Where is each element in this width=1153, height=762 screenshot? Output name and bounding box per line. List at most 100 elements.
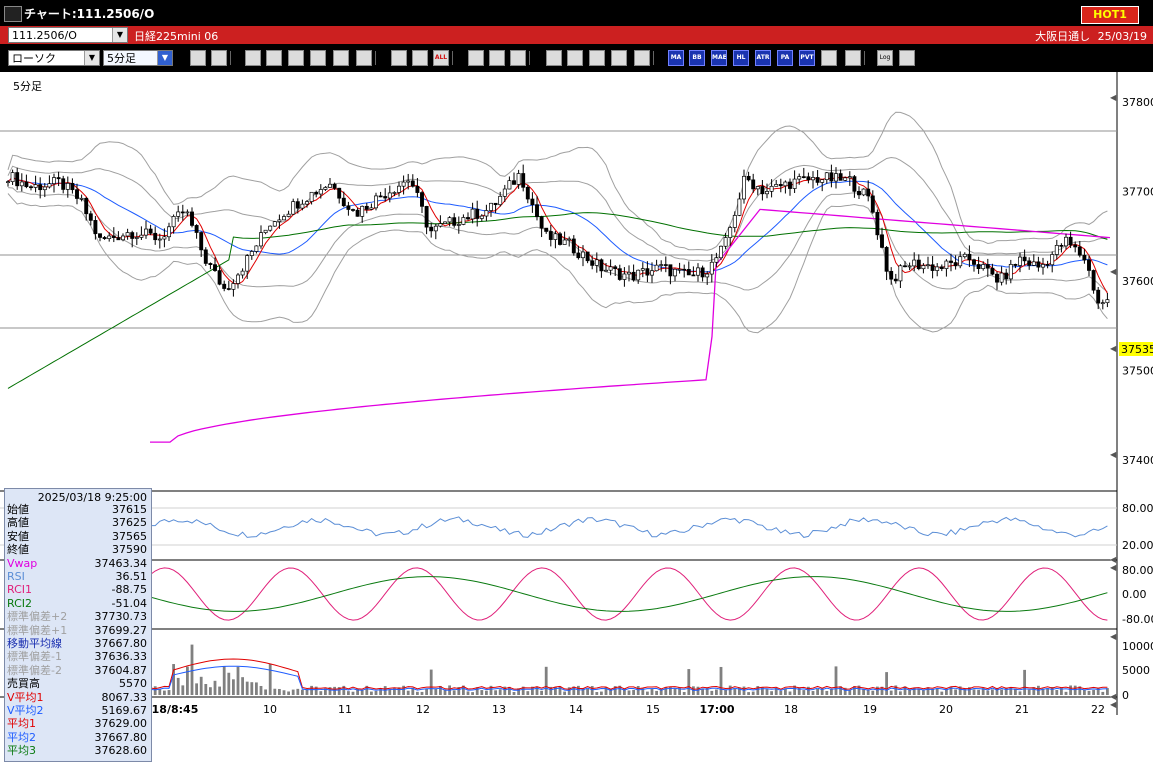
crosshair-button[interactable] — [211, 50, 227, 66]
chevron-down-icon[interactable]: ▼ — [84, 51, 99, 65]
cursor-button[interactable] — [288, 50, 304, 66]
candle-body — [272, 221, 277, 227]
candle-body — [93, 220, 98, 235]
volume-bar — [388, 689, 392, 695]
data-row-value: 37629.00 — [94, 717, 148, 731]
candle-body — [834, 173, 838, 182]
pvt-button[interactable]: PVT — [799, 50, 815, 66]
candle-body — [70, 182, 75, 191]
candle-body — [737, 198, 742, 216]
ma-button[interactable]: MA — [668, 50, 684, 66]
candle-body — [659, 264, 664, 266]
candle-body — [226, 288, 231, 290]
time-axis-label: 18/8:45 — [152, 703, 199, 715]
volume-bar — [374, 691, 378, 695]
chevron-down-icon[interactable]: ▼ — [112, 28, 127, 42]
hl-button[interactable]: HL — [733, 50, 749, 66]
atr-button[interactable]: ATR — [755, 50, 771, 66]
volume-bar — [296, 688, 300, 695]
volume-bar — [871, 690, 875, 695]
bar-button[interactable] — [589, 50, 605, 66]
chart-type-select[interactable]: ローソク ▼ — [8, 50, 100, 66]
current-price-label: 37535 — [1121, 343, 1153, 356]
candle-body — [29, 186, 33, 189]
volume-bar — [163, 690, 166, 695]
candle-body — [562, 239, 567, 245]
candle-body — [1027, 260, 1032, 266]
volume-bar — [199, 676, 203, 695]
trash-button[interactable] — [356, 50, 372, 66]
candle-body — [857, 190, 861, 196]
candle-body — [157, 238, 162, 241]
volume-bar — [1064, 691, 1068, 695]
volume-bar — [370, 691, 373, 695]
candle-body — [291, 201, 296, 215]
data-row-label: 始値 — [7, 503, 29, 516]
obj-button[interactable] — [821, 50, 837, 66]
data-row-label: 標準偏差+1 — [7, 623, 68, 637]
bb-button[interactable]: BB — [689, 50, 705, 66]
candle-body — [268, 225, 273, 231]
candle-body — [558, 233, 562, 245]
candle-body — [792, 178, 797, 189]
log-button[interactable]: Log — [877, 50, 893, 66]
list-button[interactable] — [333, 50, 349, 66]
data-row: RCI1 -88.75 — [5, 584, 151, 596]
move-button[interactable] — [412, 50, 428, 66]
code-combo[interactable]: 111.2506/O ▼ — [8, 27, 128, 43]
data-row: 終値 37590 — [5, 544, 151, 556]
candle-body — [880, 234, 884, 248]
candle-body — [788, 181, 792, 189]
axis-arrow-icon: ◀ — [1110, 93, 1117, 102]
clock-button[interactable] — [567, 50, 583, 66]
volume-bar — [600, 691, 603, 695]
candle-body — [1004, 272, 1009, 280]
all-button[interactable]: ALL — [433, 50, 449, 66]
candle-body — [654, 264, 659, 272]
candle-body — [433, 225, 438, 232]
settings-button[interactable] — [845, 50, 861, 66]
chevron-down-icon[interactable]: ▼ — [157, 51, 172, 65]
candle-body — [939, 266, 944, 270]
export-button[interactable] — [899, 50, 915, 66]
candle-body — [493, 202, 498, 206]
volume-bar — [646, 691, 649, 695]
volume-bar — [347, 691, 350, 695]
arrow-button[interactable] — [310, 50, 326, 66]
candle-body — [1091, 270, 1096, 291]
volume-bar — [885, 672, 888, 695]
volume-bar — [765, 689, 769, 695]
zoom-button[interactable] — [190, 50, 206, 66]
volume-bar — [181, 685, 185, 695]
volume-bar — [333, 686, 336, 695]
data-row-label: 高値 — [7, 516, 29, 530]
hot-button[interactable]: HOT1 — [1081, 6, 1139, 24]
mae-button[interactable]: MAE — [711, 50, 727, 66]
info-button[interactable] — [634, 50, 650, 66]
data-row-label: 標準偏差-2 — [7, 663, 62, 677]
candle-body — [590, 260, 595, 266]
candle-body — [622, 273, 627, 280]
time-axis-label: 15 — [646, 703, 660, 715]
volume-bar — [825, 690, 829, 695]
fit-button[interactable] — [391, 50, 407, 66]
volume-bar — [186, 666, 189, 695]
candle-body — [240, 270, 245, 276]
candle-body — [213, 264, 217, 271]
axis-arrow-icon: ◀ — [1110, 267, 1117, 276]
line-button[interactable] — [266, 50, 282, 66]
interval-select[interactable]: 5分足 ▼ — [103, 50, 173, 66]
vol-button[interactable] — [546, 50, 562, 66]
chart-app-icon — [4, 6, 22, 22]
mark-button[interactable] — [611, 50, 627, 66]
chart-type-value: ローソク — [12, 52, 56, 65]
pen-button[interactable] — [245, 50, 261, 66]
candle-body — [208, 263, 213, 265]
volume-bar — [563, 691, 566, 695]
gear-button[interactable] — [468, 50, 484, 66]
palette-button[interactable] — [510, 50, 526, 66]
chart-area[interactable]: 378003770037600375003740037535◀◀◀◀◀◀◀◀◀4… — [0, 72, 1153, 762]
toolbar-separator — [452, 51, 453, 65]
wrench-button[interactable] — [489, 50, 505, 66]
para-button[interactable]: PA RA — [777, 50, 793, 66]
